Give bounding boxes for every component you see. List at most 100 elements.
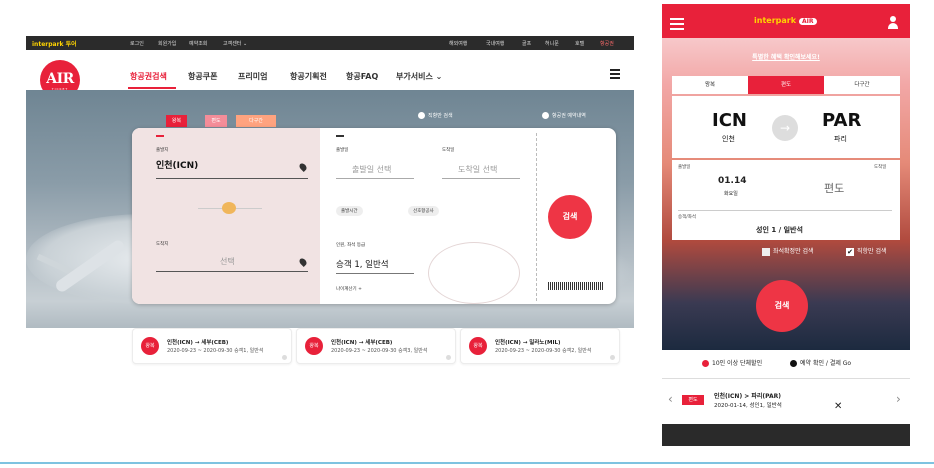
- passenger-label: 인원, 좌석 등급: [336, 243, 366, 248]
- from-city: 인천: [722, 135, 735, 143]
- tab-roundtrip[interactable]: 왕복: [672, 76, 748, 94]
- direct-only-label: 직항만 검색: [428, 113, 453, 119]
- honeymoon-link[interactable]: 허니문: [545, 40, 559, 47]
- age-calculator-link[interactable]: 나이계산기 +: [336, 286, 362, 292]
- recent-detail: 2020-01-14, 성인1, 일반석: [714, 403, 782, 409]
- depart-date-input[interactable]: 출발일 선택: [352, 164, 391, 175]
- overseas-link[interactable]: 해외여행: [449, 40, 467, 47]
- confirmed-seat-checkbox[interactable]: 좌석확정만 검색: [762, 246, 814, 256]
- trip-type-badge: 왕복: [305, 337, 323, 355]
- signup-link[interactable]: 회원가입: [158, 40, 176, 47]
- search-button[interactable]: 검색: [548, 195, 592, 239]
- domestic-link[interactable]: 국내여행: [486, 40, 504, 47]
- close-icon[interactable]: ✕: [834, 401, 842, 412]
- nav-faq[interactable]: 항공FAQ: [346, 71, 378, 82]
- arrive-date-label: 도착일: [874, 165, 887, 170]
- group-discount-link[interactable]: 10인 이상 단체할인: [702, 358, 762, 367]
- remove-icon[interactable]: [446, 355, 451, 360]
- hamburger-icon[interactable]: [670, 18, 684, 33]
- recent-search-card[interactable]: 왕복 인천(ICN) → 밀라노(MIL) 2020-09-23 ~ 2020-…: [460, 328, 620, 364]
- nav-coupon[interactable]: 항공쿠폰: [188, 71, 217, 82]
- remove-icon[interactable]: [610, 355, 615, 360]
- nav-flight-search[interactable]: 항공권검색: [130, 71, 167, 82]
- accent-bar: [336, 135, 344, 137]
- depart-underline: [156, 178, 308, 179]
- arrive-underline: [156, 271, 308, 272]
- depart-label: 출발지: [156, 148, 169, 153]
- arrive-date-input[interactable]: 도착일 선택: [458, 164, 497, 175]
- reservation-check-label: 예약 확인 / 결제 Go: [800, 360, 852, 367]
- passenger-value[interactable]: 성인 1 / 일반석: [756, 225, 803, 235]
- direct-only-option[interactable]: 직항만 검색: [418, 112, 453, 119]
- air-badge: AIR: [799, 18, 817, 25]
- confirmed-seat-label: 좌석확정만 검색: [773, 248, 814, 255]
- mobile-logo[interactable]: interpark AIR: [754, 16, 817, 25]
- checkbox-icon: [762, 247, 770, 256]
- trip-type-badge: 왕복: [141, 337, 159, 355]
- promo-link[interactable]: 특별한 혜택 확인해보세요!: [662, 52, 910, 61]
- depart-date-label: 출발일: [336, 148, 349, 153]
- recent-detail: 2020-09-23 ~ 2020-09-30 승객1, 일반석: [167, 348, 264, 354]
- recent-search-card[interactable]: 왕복 인천(ICN) → 세부(CEB) 2020-09-23 ~ 2020-0…: [296, 328, 456, 364]
- direct-only-checkbox[interactable]: ✔ 직항만 검색: [846, 246, 887, 256]
- login-link[interactable]: 로그인: [130, 40, 144, 47]
- depart-time-select[interactable]: 출발시간: [336, 206, 363, 216]
- passenger-label: 승객/좌석: [678, 215, 697, 220]
- tab-oneway[interactable]: 편도: [205, 115, 227, 127]
- nav-premium[interactable]: 프리미엄: [238, 71, 267, 82]
- swap-airplane-icon[interactable]: [222, 202, 236, 214]
- recent-route: 인천(ICN) → 세부(CEB): [167, 340, 229, 346]
- check-circle-icon: [702, 360, 709, 367]
- chevron-right-icon[interactable]: ›: [896, 392, 901, 406]
- to-code[interactable]: PAR: [822, 110, 861, 131]
- main-nav: [26, 50, 634, 90]
- mobile-bottom-bar: [662, 424, 910, 446]
- nav-exhibition[interactable]: 항공기획전: [290, 71, 327, 82]
- arrive-date[interactable]: 편도: [824, 180, 844, 196]
- direct-only-label: 직항만 검색: [857, 248, 887, 255]
- depart-value[interactable]: 인천(ICN): [156, 158, 198, 171]
- accent-bar: [156, 135, 164, 137]
- depart-date-label: 출발일: [678, 165, 691, 170]
- desktop-screen: interpark 투어 로그인 회원가입 예약조회 고객센터 ⌄ 해외여행 국…: [26, 36, 634, 354]
- arrive-value[interactable]: 선택: [220, 256, 235, 267]
- recent-route: 인천(ICN) → 세부(CEB): [331, 340, 393, 346]
- tab-multicity[interactable]: 다구간: [824, 76, 900, 94]
- top-utility-bar: interpark 투어 로그인 회원가입 예약조회 고객센터 ⌄ 해외여행 국…: [26, 36, 634, 50]
- tab-multicity[interactable]: 다구간: [236, 115, 276, 127]
- arrive-label: 도착지: [156, 242, 169, 247]
- depart-date[interactable]: 01.14: [718, 176, 746, 186]
- golf-link[interactable]: 골프: [522, 40, 531, 47]
- airline-select[interactable]: 선호항공사: [408, 206, 439, 216]
- swap-arrow-icon[interactable]: →: [772, 115, 798, 141]
- reservation-link[interactable]: 예약조회: [189, 40, 207, 47]
- mobile-search-button[interactable]: 검색: [756, 280, 808, 332]
- arrive-date-underline: [442, 178, 520, 179]
- chevron-left-icon[interactable]: ‹: [668, 392, 673, 406]
- recent-route: 인천(ICN) → 밀라노(MIL): [495, 340, 561, 346]
- check-circle-icon: [790, 360, 797, 367]
- menu-icon[interactable]: [610, 69, 620, 81]
- hotel-link[interactable]: 호텔: [575, 40, 584, 47]
- radio-icon: [418, 112, 425, 119]
- recent-route[interactable]: 인천(ICN) > 파리(PAR): [714, 391, 781, 400]
- tab-oneway[interactable]: 편도: [748, 76, 824, 94]
- mobile-screen: interpark AIR 특별한 혜택 확인해보세요! 왕복 편도 다구간 IC…: [662, 4, 910, 446]
- group-discount-label: 10인 이상 단체할인: [712, 360, 763, 367]
- site-logo[interactable]: interpark 투어: [32, 39, 77, 48]
- tab-roundtrip[interactable]: 왕복: [166, 115, 187, 127]
- from-code[interactable]: ICN: [712, 110, 747, 131]
- reservation-check-link[interactable]: 예약 확인 / 결제 Go: [790, 358, 851, 367]
- reservation-history-option[interactable]: 항공권 예약내역: [542, 112, 586, 119]
- checkmark-icon: ✔: [846, 247, 854, 256]
- recent-search-card[interactable]: 왕복 인천(ICN) → 세부(CEB) 2020-09-23 ~ 2020-0…: [132, 328, 292, 364]
- flight-link[interactable]: 항공권: [600, 40, 614, 47]
- user-icon[interactable]: [888, 16, 898, 29]
- check-circle-icon: [542, 112, 549, 119]
- nav-extra-services[interactable]: 부가서비스 ⌄: [396, 71, 442, 82]
- customer-center-link[interactable]: 고객센터 ⌄: [223, 40, 247, 47]
- to-city: 파리: [834, 135, 847, 143]
- divider: [678, 210, 892, 211]
- remove-icon[interactable]: [282, 355, 287, 360]
- passenger-value[interactable]: 승객 1, 일반석: [336, 258, 389, 270]
